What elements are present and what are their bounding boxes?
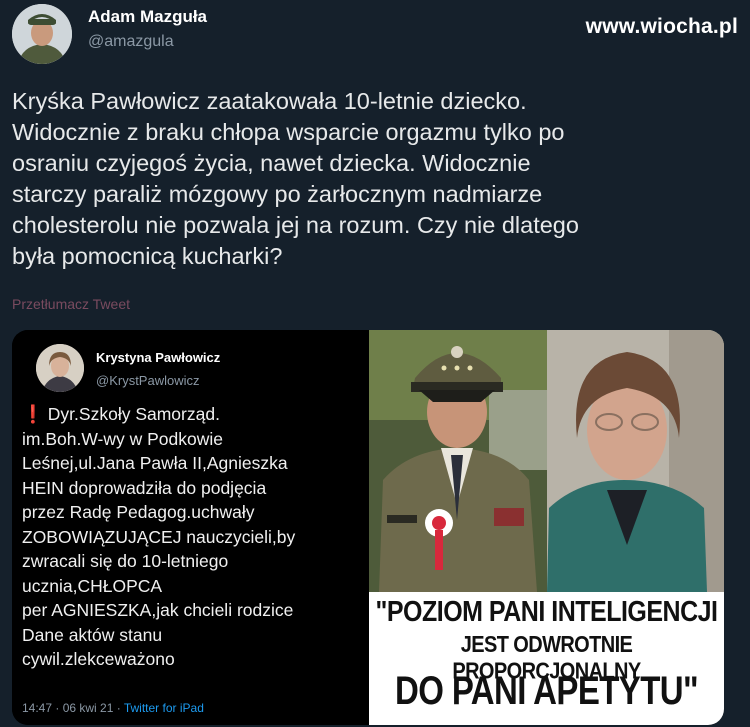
caption-line-1: "POZIOM PANI INTELIGENCJI: [375, 595, 718, 629]
embedded-line: zwracali się do 10-letniego: [22, 551, 229, 571]
author-avatar-image: [12, 4, 72, 64]
meme-caption: "POZIOM PANI INTELIGENCJI JEST ODWROTNIE…: [369, 592, 724, 725]
embedded-line: ❗ Dyr.Szkoły Samorząd.: [22, 404, 220, 424]
watermark: www.wiocha.pl: [585, 15, 738, 38]
embedded-source: Twitter for iPad: [123, 701, 204, 715]
tweet-text: Kryśka Pawłowicz zaatakowała 10-letnie d…: [12, 88, 579, 269]
embedded-line: ucznia,CHŁOPCA: [22, 575, 163, 596]
translate-tweet-link[interactable]: Przetłumacz Tweet: [12, 296, 130, 312]
author-handle[interactable]: @amazgula: [88, 33, 174, 51]
exclamation-icon: ❗: [22, 404, 44, 424]
embedded-timestamp: 14:47 · 06 kwi 21 ·: [22, 701, 121, 715]
embedded-author-name: Krystyna Pawłowicz: [96, 350, 221, 365]
meme-photo: [369, 330, 724, 592]
embedded-line: per AGNIESZKA,jak chcieli rodzice: [22, 600, 294, 620]
meme-photo-image: [369, 330, 724, 592]
embedded-tweet-meta: 14:47 · 06 kwi 21 · Twitter for iPad: [22, 701, 204, 715]
embedded-line: HEIN doprowadziła do podjęcia: [22, 477, 267, 498]
embedded-line: Dane aktów stanu: [22, 624, 163, 645]
author-name[interactable]: Adam Mazguła: [88, 7, 207, 27]
caption-line-3: DO PANI APETYTU": [394, 668, 699, 713]
embedded-author-avatar: [36, 344, 84, 392]
tweet-media[interactable]: Krystyna Pawłowicz @KrystPawlowicz ❗ Dyr.…: [12, 330, 724, 725]
embedded-line: cywil.zlekceważono: [22, 649, 175, 669]
embedded-tweet-text: ❗ Dyr.Szkoły Samorząd. im.Boh.W-wy w Podk…: [22, 402, 367, 672]
embedded-tweet-screenshot: Krystyna Pawłowicz @KrystPawlowicz ❗ Dyr.…: [12, 330, 369, 725]
embedded-author-handle: @KrystPawlowicz: [96, 373, 200, 388]
embedded-avatar-image: [36, 344, 84, 392]
embedded-line: ZOBOWIĄZUJĄCEJ nauczycieli,by: [22, 526, 296, 547]
embedded-line: im.Boh.W-wy w Podkowie: [22, 428, 223, 449]
embedded-line: przez Radę Pedagog.uchwały: [22, 502, 255, 522]
embedded-line: Leśnej,ul.Jana Pawła II,Agnieszka: [22, 453, 288, 473]
author-avatar[interactable]: [12, 4, 72, 64]
